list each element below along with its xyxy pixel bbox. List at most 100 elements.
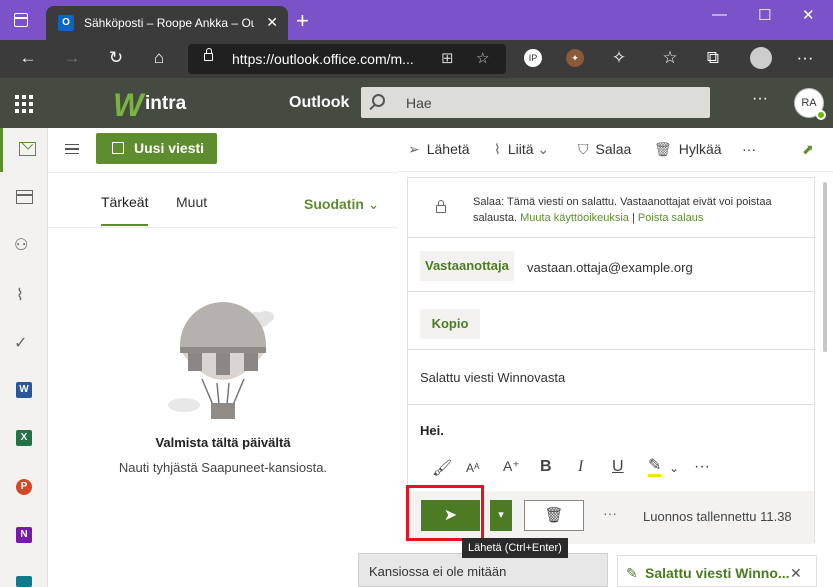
toolbar-encrypt-button[interactable]: ⛉ Salaa — [578, 141, 631, 158]
pop-out-icon[interactable]: ⬈ — [802, 141, 814, 158]
format-painter-icon[interactable]: 🖌 — [432, 458, 452, 478]
new-tab-button[interactable]: + — [296, 8, 309, 34]
rail-calendar[interactable] — [0, 176, 48, 220]
tab-focused[interactable]: Tärkeät — [101, 194, 148, 210]
compose-scrollbar[interactable] — [817, 172, 833, 587]
rail-people[interactable]: ⚇ — [0, 224, 48, 268]
browser-menu-icon[interactable]: ··· — [794, 48, 816, 68]
tab-close-icon[interactable]: ✕ — [266, 14, 278, 31]
refresh-icon[interactable]: ↻ — [105, 48, 127, 68]
cc-button[interactable]: Kopio — [420, 309, 480, 339]
remove-encryption-link[interactable]: Poista salaus — [638, 212, 703, 224]
maximize-button[interactable]: ☐ — [758, 6, 771, 24]
extension-ip-icon[interactable]: IP — [524, 49, 542, 67]
format-more-icon[interactable]: ··· — [694, 458, 710, 476]
browser-titlebar: O Sähköposti – Roope Ankka – Outlook ✕ +… — [0, 0, 833, 40]
divider — [408, 291, 814, 292]
highlight-icon[interactable]: ✎ — [648, 458, 662, 477]
italic-icon[interactable]: I — [578, 458, 583, 476]
tab-other[interactable]: Muut — [176, 194, 207, 210]
encryption-notice: Salaa: Tämä viesti on salattu. Vastaanot… — [473, 194, 803, 226]
extension-leaf-icon[interactable]: ✦ — [566, 49, 584, 67]
subject-field[interactable]: Salattu viesti Winnovasta — [420, 370, 565, 385]
search-input[interactable]: Hae — [361, 87, 710, 118]
home-icon[interactable]: ⌂ — [148, 48, 170, 68]
send-options-button[interactable]: ▾ — [490, 500, 512, 531]
tab-actions-icon[interactable] — [14, 13, 28, 27]
presence-available-icon — [816, 110, 826, 120]
toolbar-encrypt-label: Salaa — [595, 141, 632, 157]
hot-air-balloon-illustration — [168, 302, 274, 419]
change-permissions-link[interactable]: Muuta käyttöoikeuksia — [520, 212, 629, 224]
shield-icon: ⛉ — [578, 141, 589, 157]
rail-todo[interactable]: ✓ — [0, 322, 48, 366]
discard-button[interactable]: 🗑 — [524, 500, 584, 531]
mail-icon — [19, 142, 36, 156]
avatar[interactable]: RA — [794, 88, 826, 120]
favorites-icon[interactable]: ☆ — [659, 48, 681, 68]
divider — [48, 172, 398, 173]
underline-icon[interactable]: U — [612, 458, 624, 476]
close-icon[interactable]: ✕ — [790, 565, 802, 582]
attachment-icon: ⌇ — [494, 141, 501, 157]
link-separator: | — [632, 212, 635, 224]
toolbar-discard-label: Hylkää — [678, 141, 722, 157]
outlook-favicon-icon: O — [58, 15, 74, 31]
back-icon[interactable]: ← — [17, 48, 39, 68]
close-window-button[interactable]: ✕ — [802, 6, 815, 24]
excel-icon[interactable]: X — [16, 430, 32, 446]
compose-icon — [112, 142, 124, 154]
draft-tab[interactable]: ✎ Salattu viesti Winno... ✕ — [617, 555, 817, 587]
to-button[interactable]: Vastaanottaja — [420, 251, 514, 281]
app-name[interactable]: Outlook — [289, 94, 349, 112]
new-message-button[interactable]: Uusi viesti — [96, 133, 217, 164]
collections-icon[interactable]: ⧉ — [702, 48, 724, 68]
chevron-down-icon[interactable]: ⌄ — [669, 461, 679, 475]
toolbar-discard-button[interactable]: 🗑 Hylkää — [654, 141, 722, 158]
folder-empty-status: Kansiossa ei ole mitään — [358, 553, 608, 587]
send-button-highlight — [406, 485, 484, 541]
filter-button[interactable]: Suodatin ⌄ — [304, 196, 380, 213]
profile-icon[interactable] — [750, 47, 772, 69]
browser-tab[interactable]: O Sähköposti – Roope Ankka – Outlook ✕ — [46, 6, 288, 40]
add-favorite-icon[interactable]: ☆ — [476, 49, 489, 67]
app-icon[interactable] — [16, 576, 32, 587]
draft-tab-label: Salattu viesti Winno... — [645, 565, 790, 581]
lock-icon — [204, 48, 213, 61]
rail-mail[interactable] — [0, 128, 48, 172]
to-recipient[interactable]: vastaan.ottaja@example.org — [527, 260, 693, 275]
font-size-icon[interactable]: Aᴬ — [466, 461, 479, 475]
chevron-down-icon: ▾ — [498, 509, 504, 521]
powerpoint-icon[interactable]: P — [16, 479, 32, 495]
empty-inbox-title: Valmista tältä päivältä — [155, 435, 291, 450]
attachment-icon: ⌇ — [16, 287, 24, 304]
header-more-button[interactable]: ··· — [752, 90, 768, 108]
new-message-label: Uusi viesti — [134, 140, 205, 156]
actions-more-button[interactable]: ··· — [603, 505, 617, 521]
app-launcher-icon[interactable] — [15, 95, 33, 113]
minimize-button[interactable]: — — [712, 6, 727, 23]
toolbar-attach-button[interactable]: ⌇ Liitä ⌄ — [494, 141, 549, 158]
toolbar-send-button[interactable]: ➢ Lähetä — [408, 141, 470, 158]
message-body[interactable]: Hei. — [420, 423, 444, 438]
extensions-icon[interactable]: ✧ — [608, 48, 630, 68]
address-bar[interactable]: https://outlook.office.com/m... ⊞ ☆ — [188, 44, 506, 74]
send-icon: ➢ — [408, 141, 420, 157]
word-icon[interactable]: W — [16, 382, 32, 398]
font-grow-icon[interactable]: A⁺ — [503, 458, 520, 475]
forward-icon[interactable]: → — [61, 48, 83, 68]
scroll-thumb[interactable] — [823, 182, 827, 352]
apps-icon[interactable]: ⊞ — [441, 49, 454, 67]
onenote-icon[interactable]: N — [16, 527, 32, 543]
divider — [408, 349, 814, 350]
toolbar-send-label: Lähetä — [426, 141, 470, 157]
bold-icon[interactable]: B — [540, 458, 552, 476]
wintra-logo-mark: W — [113, 87, 144, 123]
send-tooltip: Lähetä (Ctrl+Enter) — [462, 538, 568, 558]
toolbar-attach-label: Liitä — [507, 141, 534, 157]
menu-icon[interactable] — [65, 144, 79, 154]
divider — [48, 227, 398, 228]
toolbar-more-button[interactable]: ··· — [742, 141, 756, 157]
rail-files[interactable]: ⌇ — [0, 274, 48, 318]
tab-title: Sähköposti – Roope Ankka – Outlook — [84, 16, 254, 30]
